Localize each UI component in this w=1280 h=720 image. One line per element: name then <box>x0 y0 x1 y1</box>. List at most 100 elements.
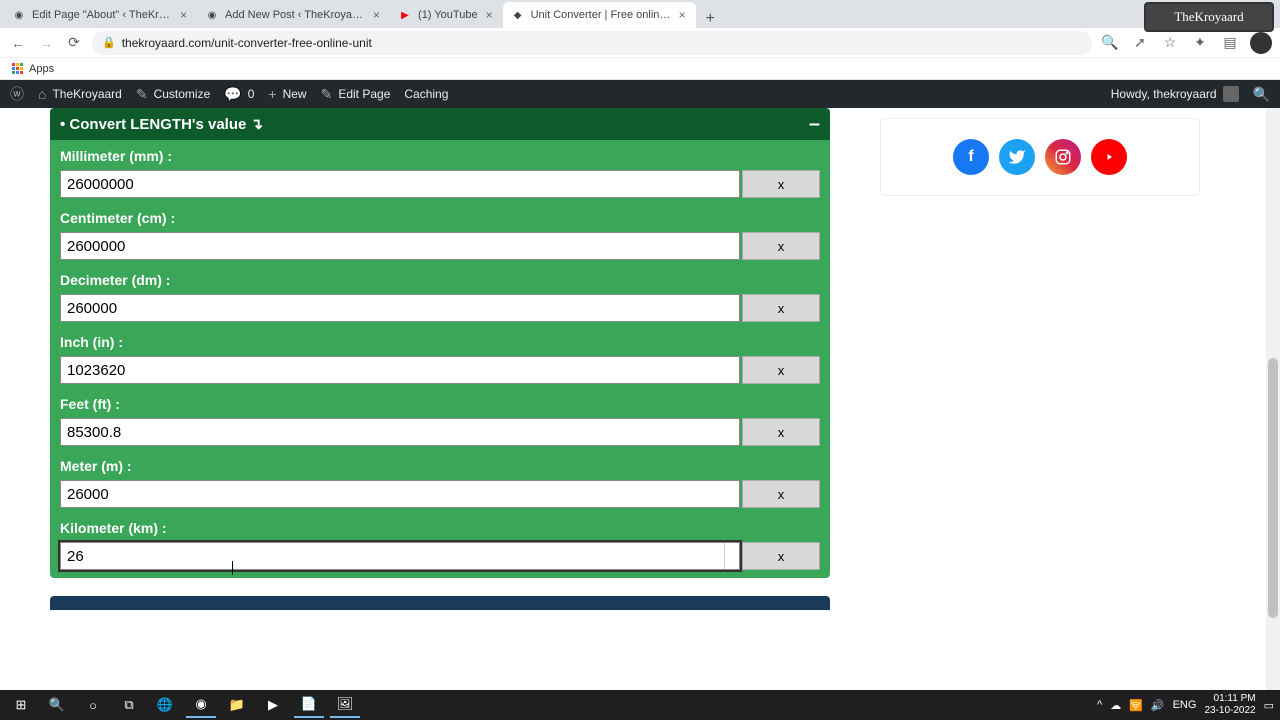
field-label: Feet (ft) : <box>60 396 820 412</box>
cortana-button[interactable]: ○ <box>78 692 108 718</box>
tab-title: Add New Post ‹ TheKroyaard — <box>225 9 365 21</box>
reload-button[interactable]: ⟳ <box>64 33 84 53</box>
feet-input[interactable] <box>60 418 740 446</box>
notepad-icon[interactable]: 📄 <box>294 692 324 718</box>
wp-caching-label: Caching <box>404 87 448 101</box>
decimeter-input[interactable] <box>60 294 740 322</box>
main-column: • Convert LENGTH's value ↴ – Millimeter … <box>50 108 830 610</box>
millimeter-input[interactable] <box>60 170 740 198</box>
wp-search-icon[interactable]: 🔍 <box>1253 86 1270 103</box>
home-icon: ⌂ <box>38 86 46 102</box>
apps-label[interactable]: Apps <box>29 63 54 75</box>
tab-title: Edit Page "About" ‹ TheKroyaard <box>32 9 172 21</box>
text-cursor-icon <box>232 561 233 575</box>
search-button[interactable]: 🔍 <box>42 692 72 718</box>
inch-input[interactable] <box>60 356 740 384</box>
site-icon: ◆ <box>511 8 525 22</box>
file-explorer-icon[interactable]: 📁 <box>222 692 252 718</box>
twitter-icon[interactable] <box>999 139 1035 175</box>
new-tab-button[interactable]: + <box>696 10 725 28</box>
apps-icon[interactable] <box>12 63 23 74</box>
date-text: 23-10-2022 <box>1204 705 1255 717</box>
field-meter: Meter (m) : x <box>54 450 826 512</box>
wp-site-name: TheKroyaard <box>52 87 121 101</box>
facebook-icon[interactable]: f <box>953 139 989 175</box>
clear-button[interactable]: x <box>742 542 820 570</box>
forward-button[interactable]: → <box>36 33 56 53</box>
zoom-icon[interactable]: 🔍 <box>1100 33 1120 53</box>
clear-button[interactable]: x <box>742 170 820 198</box>
tab-add-post[interactable]: ◉ Add New Post ‹ TheKroyaard — × <box>197 2 390 28</box>
task-view-button[interactable]: ⧉ <box>114 692 144 718</box>
close-icon[interactable]: × <box>178 8 189 22</box>
field-millimeter: Millimeter (mm) : x <box>54 140 826 202</box>
app-icon[interactable]: 🖼 <box>330 692 360 718</box>
wp-new[interactable]: +New <box>268 86 306 102</box>
start-button[interactable]: ⊞ <box>6 692 36 718</box>
instagram-icon[interactable] <box>1045 139 1081 175</box>
page-content: • Convert LENGTH's value ↴ – Millimeter … <box>0 108 1280 690</box>
wp-logo[interactable]: ⓦ <box>10 84 24 104</box>
field-kilometer: Kilometer (km) : x <box>54 512 826 574</box>
back-button[interactable]: ← <box>8 33 28 53</box>
youtube-icon: ▶ <box>398 8 412 22</box>
close-icon[interactable]: × <box>371 8 382 22</box>
network-icon[interactable]: 🛜 <box>1129 699 1143 712</box>
profile-avatar[interactable] <box>1250 32 1272 54</box>
chrome-icon[interactable]: ◉ <box>186 692 216 718</box>
youtube-icon[interactable] <box>1091 139 1127 175</box>
scrollbar-thumb[interactable] <box>1268 358 1278 618</box>
bookmarks-bar: Apps <box>0 58 1280 80</box>
tab-edit-page[interactable]: ◉ Edit Page "About" ‹ TheKroyaard × <box>4 2 197 28</box>
wp-comments[interactable]: 💬0 <box>224 86 254 103</box>
clear-button[interactable]: x <box>742 294 820 322</box>
comment-icon: 💬 <box>224 86 241 103</box>
meter-input[interactable] <box>60 480 740 508</box>
scrollbar-track[interactable] <box>1266 108 1280 690</box>
wp-customize[interactable]: ✎Customize <box>136 86 210 103</box>
wp-howdy[interactable]: Howdy, thekroyaard <box>1111 86 1239 102</box>
kilometer-input[interactable] <box>60 542 740 570</box>
centimeter-input[interactable] <box>60 232 740 260</box>
wp-comments-count: 0 <box>248 87 255 101</box>
field-label: Millimeter (mm) : <box>60 148 820 164</box>
wp-edit-page[interactable]: ✎Edit Page <box>321 86 391 103</box>
url-text: thekroyaard.com/unit-converter-free-onli… <box>122 36 372 50</box>
share-icon[interactable]: ➚ <box>1130 33 1150 53</box>
field-label: Inch (in) : <box>60 334 820 350</box>
browser-tab-strip: ◉ Edit Page "About" ‹ TheKroyaard × ◉ Ad… <box>0 0 1280 28</box>
social-links: f <box>880 118 1200 196</box>
clock[interactable]: 01:11 PM 23-10-2022 <box>1204 693 1255 717</box>
wp-site-link[interactable]: ⌂ TheKroyaard <box>38 86 122 102</box>
clear-button[interactable]: x <box>742 480 820 508</box>
clear-button[interactable]: x <box>742 232 820 260</box>
chevron-up-icon[interactable]: ^ <box>1097 699 1102 711</box>
close-icon[interactable]: × <box>677 8 688 22</box>
url-input[interactable]: 🔒 thekroyaard.com/unit-converter-free-on… <box>92 31 1092 55</box>
time-text: 01:11 PM <box>1204 693 1255 705</box>
reading-list-icon[interactable]: ▤ <box>1220 33 1240 53</box>
extensions-icon[interactable]: ✦ <box>1190 33 1210 53</box>
user-avatar-icon <box>1223 86 1239 102</box>
wp-admin-bar: ⓦ ⌂TheKroyaard ✎Customize 💬0 +New ✎Edit … <box>0 80 1280 108</box>
converter-header[interactable]: • Convert LENGTH's value ↴ – <box>50 108 830 140</box>
wordpress-icon: ◉ <box>12 8 26 22</box>
tab-youtube[interactable]: ▶ (1) YouTube × <box>390 2 503 28</box>
language-indicator[interactable]: ENG <box>1173 699 1197 711</box>
next-converter-header[interactable] <box>50 596 830 610</box>
volume-icon[interactable]: 🔊 <box>1151 699 1165 712</box>
notifications-icon[interactable]: ▭ <box>1264 699 1274 712</box>
media-player-icon[interactable]: ▶ <box>258 692 288 718</box>
collapse-button[interactable]: – <box>809 114 820 134</box>
converter-body: Millimeter (mm) : x Centimeter (cm) : x … <box>50 140 830 578</box>
wp-new-label: New <box>283 87 307 101</box>
clear-button[interactable]: x <box>742 356 820 384</box>
onedrive-icon[interactable]: ☁ <box>1110 699 1121 712</box>
field-label: Meter (m) : <box>60 458 820 474</box>
star-icon[interactable]: ☆ <box>1160 33 1180 53</box>
edge-icon[interactable]: 🌐 <box>150 692 180 718</box>
tab-unit-converter[interactable]: ◆ Unit Converter | Free online Unit × <box>503 2 696 28</box>
close-icon[interactable]: × <box>484 8 495 22</box>
wp-caching[interactable]: Caching <box>404 87 448 101</box>
clear-button[interactable]: x <box>742 418 820 446</box>
